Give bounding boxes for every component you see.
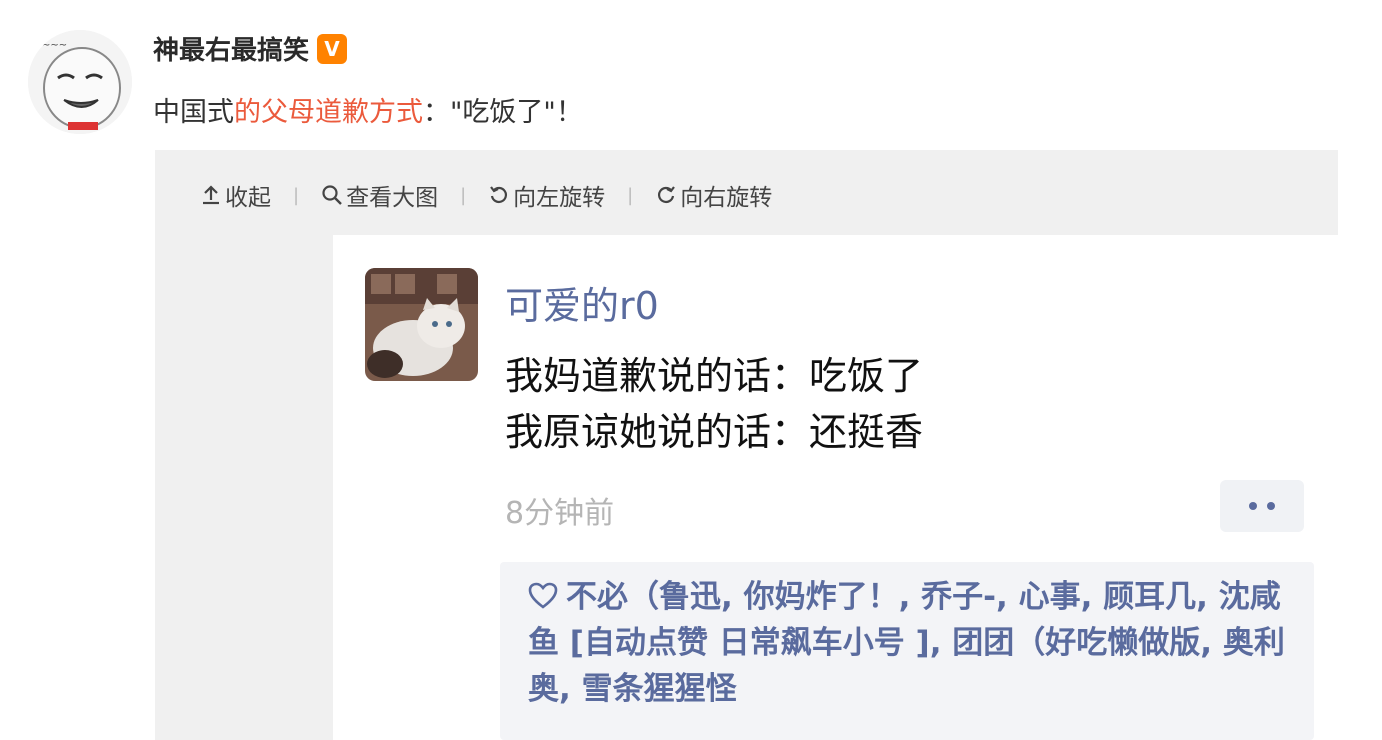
comment-timestamp: 8分钟前	[505, 496, 615, 531]
comment-line-2: 我原谅她说的话：还挺香	[505, 410, 924, 454]
author-name[interactable]: 神最右最搞笑	[153, 30, 309, 67]
author-row: 神最右最搞笑 V	[153, 30, 348, 67]
cat-photo	[365, 268, 478, 381]
comment-line-1: 我妈道歉说的话：吃饭了	[505, 354, 924, 398]
meme-face-avatar: ~~~	[28, 30, 132, 134]
rotate-right-icon	[658, 186, 676, 203]
toolbar-separator: |	[460, 184, 467, 206]
rotate-left-icon	[490, 186, 508, 203]
embedded-screenshot[interactable]: 可爱的r0 我妈道歉说的话：吃饭了 我原谅她说的话：还挺香 8分钟前 不必（鲁迅…	[333, 235, 1338, 740]
collapse-label: 收起	[225, 185, 271, 211]
likes-names: 不必（鲁迅, 你妈炸了！, 乔子-, 心事, 顾耳几, 沈咸鱼 [自动点赞 日常…	[528, 579, 1285, 707]
view-large-label: 查看大图	[346, 185, 439, 211]
more-dot	[1249, 502, 1257, 510]
likes-list: 不必（鲁迅, 你妈炸了！, 乔子-, 心事, 顾耳几, 沈咸鱼 [自动点赞 日常…	[528, 574, 1298, 712]
expanded-image-box: 收起 | 查看大图 | 向左旋转 | 向右旋转 可爱的r0 我妈道歉说的话：吃饭…	[155, 150, 1338, 740]
image-toolbar: 收起 | 查看大图 | 向左旋转 | 向右旋转	[200, 178, 772, 212]
toolbar-separator: |	[293, 184, 300, 206]
more-icon[interactable]	[1220, 480, 1304, 532]
rotate-left-button[interactable]: 向左旋转	[488, 178, 605, 212]
svg-text:~~~: ~~~	[42, 40, 67, 51]
view-large-button[interactable]: 查看大图	[321, 178, 438, 212]
collapse-button[interactable]: 收起	[200, 178, 271, 212]
comment-nickname[interactable]: 可爱的r0	[505, 275, 659, 330]
cat-avatar	[365, 268, 478, 381]
post-text-prefix: 中国式	[153, 97, 234, 128]
toolbar-separator: |	[627, 184, 634, 206]
likes-panel: 不必（鲁迅, 你妈炸了！, 乔子-, 心事, 顾耳几, 沈咸鱼 [自动点赞 日常…	[500, 562, 1314, 740]
author-avatar[interactable]: ~~~	[28, 30, 132, 134]
post-text-highlight[interactable]: 的父母道歉方式	[234, 97, 423, 128]
heart-icon[interactable]	[528, 582, 558, 610]
rotate-right-button[interactable]: 向右旋转	[655, 178, 772, 212]
search-icon	[322, 185, 342, 205]
rotate-right-label: 向右旋转	[680, 185, 773, 211]
more-dot	[1267, 502, 1275, 510]
vip-badge-icon: V	[317, 33, 348, 64]
upload-icon	[203, 185, 219, 205]
post-text-suffix: ："吃饭了"！	[423, 97, 583, 128]
post-text: 中国式的父母道歉方式："吃饭了"！	[153, 90, 583, 129]
rotate-left-label: 向左旋转	[513, 185, 606, 211]
